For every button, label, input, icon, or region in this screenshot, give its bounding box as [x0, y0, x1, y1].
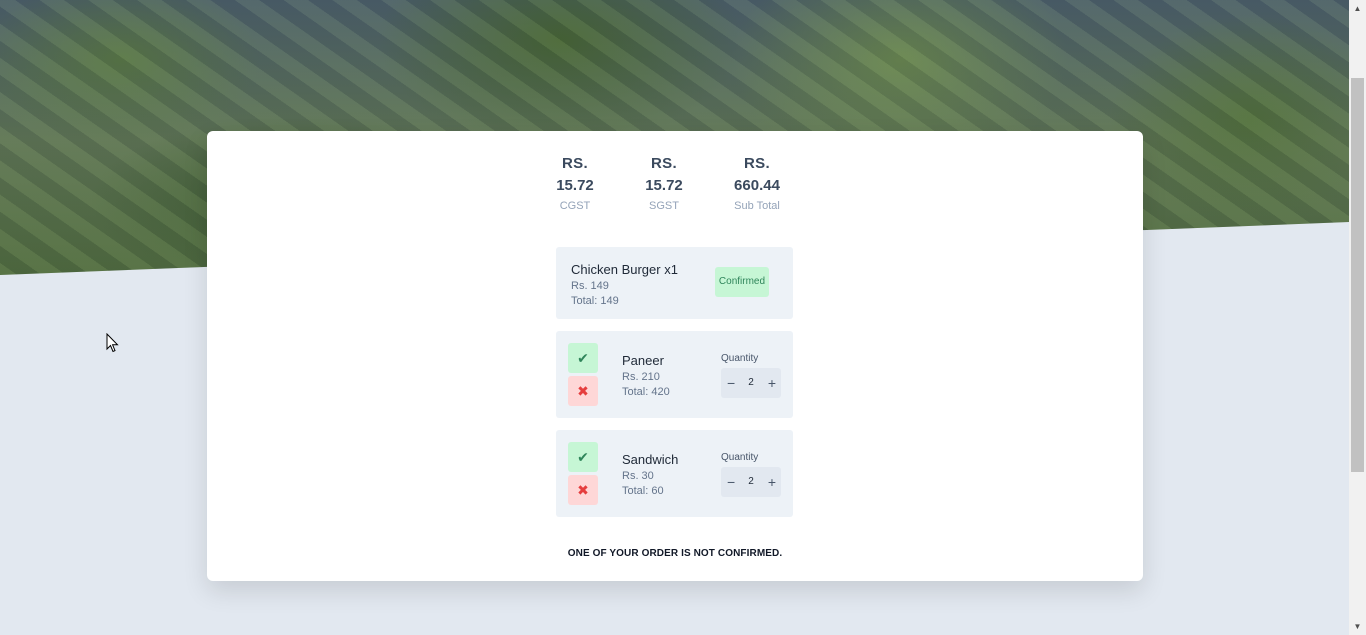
quantity-value[interactable]: 2: [743, 368, 759, 398]
vertical-scrollbar[interactable]: ▲ ▼: [1349, 0, 1366, 635]
quantity-label: Quantity: [721, 452, 759, 463]
sgst-stat: RS. 15.72 SGST: [636, 153, 692, 212]
item-name: Sandwich: [622, 452, 679, 467]
decrement-button[interactable]: −: [727, 368, 735, 398]
close-icon: ✖: [577, 482, 589, 498]
quantity-value[interactable]: 2: [743, 467, 759, 497]
increment-button[interactable]: +: [768, 467, 776, 497]
order-notice: ONE OF YOUR ORDER IS NOT CONFIRMED.: [567, 548, 783, 559]
subtotal-stat: RS. 660.44 Sub Total: [726, 153, 788, 212]
order-item-pending: ✔ ✖ Paneer Rs. 210 Total: 420 Quantity −…: [556, 331, 793, 418]
cgst-label: CGST: [559, 200, 591, 212]
sgst-currency: RS.: [651, 155, 677, 172]
cgst-amount: 15.72: [556, 177, 594, 194]
scroll-up-icon[interactable]: ▲: [1349, 0, 1366, 17]
item-total: Total: 420: [622, 386, 670, 398]
item-price: Rs. 149: [571, 280, 609, 292]
item-price: Rs. 210: [622, 371, 660, 383]
order-item-pending: ✔ ✖ Sandwich Rs. 30 Total: 60 Quantity −…: [556, 430, 793, 517]
increment-button[interactable]: +: [768, 368, 776, 398]
item-total: Total: 60: [622, 485, 664, 497]
accept-button[interactable]: ✔: [568, 442, 598, 472]
check-icon: ✔: [577, 449, 589, 465]
order-summary-card: RS. 15.72 CGST RS. 15.72 SGST RS. 660.44…: [207, 131, 1143, 581]
subtotal-label: Sub Total: [734, 200, 780, 212]
order-item-confirmed: Chicken Burger x1 Rs. 149 Total: 149 Con…: [556, 247, 793, 319]
close-icon: ✖: [577, 383, 589, 399]
item-name: Paneer: [622, 353, 664, 368]
cgst-currency: RS.: [562, 155, 588, 172]
cgst-stat: RS. 15.72 CGST: [547, 153, 603, 212]
decrement-button[interactable]: −: [727, 467, 735, 497]
item-total: Total: 149: [571, 295, 619, 307]
scrollbar-thumb[interactable]: [1351, 78, 1364, 472]
accept-button[interactable]: ✔: [568, 343, 598, 373]
quantity-label: Quantity: [721, 353, 759, 364]
subtotal-amount: 660.44: [734, 177, 780, 194]
sgst-label: SGST: [649, 200, 679, 212]
sgst-amount: 15.72: [645, 177, 683, 194]
item-name: Chicken Burger x1: [571, 262, 678, 277]
item-price: Rs. 30: [622, 470, 654, 482]
quantity-stepper: − 2 +: [721, 368, 781, 398]
reject-button[interactable]: ✖: [568, 376, 598, 406]
status-badge: Confirmed: [715, 267, 769, 297]
scroll-down-icon[interactable]: ▼: [1349, 618, 1366, 635]
subtotal-currency: RS.: [744, 155, 770, 172]
quantity-stepper: − 2 +: [721, 467, 781, 497]
check-icon: ✔: [577, 350, 589, 366]
reject-button[interactable]: ✖: [568, 475, 598, 505]
